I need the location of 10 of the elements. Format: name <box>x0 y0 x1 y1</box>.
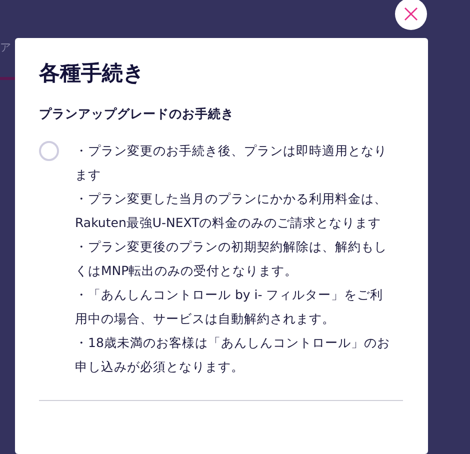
close-button[interactable] <box>395 0 427 30</box>
option-heading: プランアップグレードのお手続き <box>39 105 235 123</box>
note-text: ・「あんしんコントロール by i- フィルター」をご利用中の場合、サービスは自動解約されます。 <box>75 286 384 328</box>
note-text: ・18歳未満のお客様は「あんしんコントロール」のお申し込みが必須となります。 <box>75 334 391 376</box>
close-icon <box>404 7 418 21</box>
dialog-title: 各種手続き <box>39 60 146 87</box>
note-text: ・プラン変更した当月のプランにかかる利用料金は、Rakuten最強U-NEXTの料金のみのご請求となります <box>75 190 388 232</box>
note-text: ・プラン変更のお手続き後、プランは即時適用となります <box>75 142 388 184</box>
note-text: ・プラン変更後のプランの初期契約解除は、解約もしくはMNP転出のみの受付となります。 <box>75 238 388 280</box>
radio-button[interactable] <box>39 141 59 161</box>
